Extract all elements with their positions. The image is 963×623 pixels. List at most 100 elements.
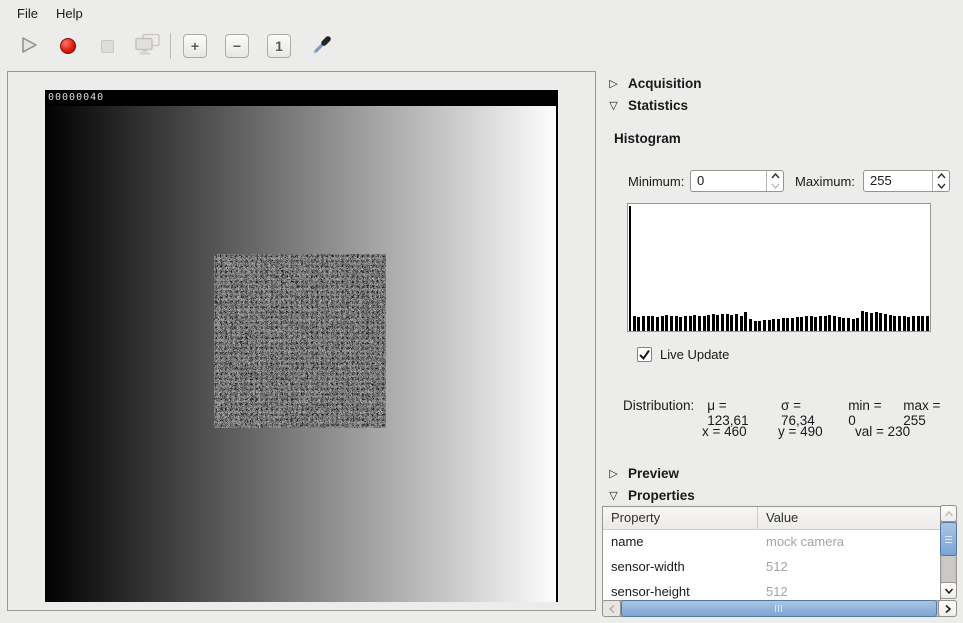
- property-value-cell[interactable]: 512: [758, 555, 788, 580]
- histogram-bar: [647, 316, 650, 331]
- spin-up-icon[interactable]: [933, 171, 949, 181]
- histogram-bar: [629, 206, 631, 331]
- histogram-bar: [828, 315, 831, 331]
- menu-help[interactable]: Help: [47, 2, 92, 25]
- histogram-bar: [744, 312, 747, 331]
- live-update-checkbox[interactable]: [637, 347, 652, 362]
- table-row[interactable]: namemock camera: [603, 530, 940, 555]
- property-value-cell[interactable]: mock camera: [758, 530, 844, 555]
- histogram-bar: [758, 321, 761, 331]
- expander-acquisition[interactable]: ▷ Acquisition: [608, 76, 702, 91]
- menu-file[interactable]: File: [8, 2, 47, 25]
- minimum-spin-buttons[interactable]: [766, 171, 783, 191]
- spin-up-icon[interactable]: [767, 171, 783, 181]
- chevron-left-icon: [608, 604, 616, 614]
- chevron-down-icon: ▽: [608, 489, 619, 502]
- histogram-bar: [712, 314, 715, 331]
- maximum-spinbox[interactable]: 255: [863, 170, 950, 192]
- histogram-bar: [721, 314, 724, 331]
- noise-square: [214, 254, 386, 428]
- histogram-bar: [730, 315, 733, 331]
- histogram-bar: [633, 316, 636, 331]
- screen-button: [134, 32, 160, 60]
- histogram-bar: [847, 318, 850, 331]
- distribution-max: max = 255: [903, 398, 963, 428]
- pixel-picker-button[interactable]: [309, 32, 335, 60]
- property-name-cell: sensor-width: [603, 555, 758, 580]
- screen-icon: [134, 33, 161, 59]
- table-row[interactable]: sensor-height512: [603, 580, 940, 601]
- vertical-scrollbar[interactable]: [940, 505, 957, 599]
- property-name-cell: sensor-height: [603, 580, 758, 601]
- vertical-scroll-thumb[interactable]: [940, 522, 957, 556]
- column-header-value[interactable]: Value: [758, 507, 798, 529]
- minimum-label: Minimum:: [628, 174, 684, 189]
- histogram-bar: [810, 316, 813, 331]
- histogram-bar: [693, 315, 696, 331]
- scroll-right-button[interactable]: [938, 600, 957, 617]
- zoom-original-button[interactable]: 1: [267, 34, 291, 58]
- expander-properties-label: Properties: [628, 488, 695, 503]
- column-header-property[interactable]: Property: [603, 507, 758, 529]
- histogram-bar: [782, 318, 785, 331]
- histogram-bar: [926, 316, 929, 331]
- histogram-bar: [875, 312, 878, 331]
- horizontal-scroll-thumb[interactable]: [621, 600, 937, 617]
- histogram-bar: [898, 316, 901, 331]
- histogram-bar: [889, 315, 892, 331]
- minimum-value: 0: [697, 173, 704, 188]
- chevron-down-icon: [944, 587, 954, 595]
- zoom-out-icon: −: [233, 38, 241, 54]
- chevron-right-icon: ▷: [608, 467, 619, 480]
- properties-table-header: Property Value: [603, 507, 940, 530]
- menubar: File Help: [0, 0, 963, 27]
- scroll-up-button: [940, 505, 957, 522]
- histogram-bar: [893, 316, 896, 331]
- histogram-bar: [865, 312, 868, 331]
- camera-image[interactable]: 00000040: [45, 90, 558, 602]
- expander-properties[interactable]: ▽ Properties: [608, 488, 695, 503]
- histogram-bar: [805, 316, 808, 331]
- zoom-out-button[interactable]: −: [225, 34, 249, 58]
- table-row[interactable]: sensor-width512: [603, 555, 940, 580]
- histogram-bar: [707, 315, 710, 331]
- histogram-title: Histogram: [614, 131, 681, 146]
- horizontal-scrollbar[interactable]: [602, 600, 957, 617]
- maximum-spin-buttons[interactable]: [932, 171, 949, 191]
- chevron-up-icon: [944, 510, 954, 518]
- frame-counter: 00000040: [45, 90, 556, 106]
- stop-button: [94, 32, 120, 60]
- histogram-bar: [740, 316, 743, 331]
- image-viewport: 00000040: [7, 71, 596, 611]
- histogram-bar: [884, 314, 887, 331]
- scroll-left-button: [602, 600, 621, 617]
- histogram-bar: [814, 317, 817, 331]
- histogram-bar: [861, 311, 864, 331]
- histogram-bar: [824, 316, 827, 331]
- play-button[interactable]: [16, 32, 42, 60]
- eyedropper-icon: [311, 34, 333, 59]
- gradient-pattern: [45, 106, 556, 602]
- chevron-right-icon: ▷: [608, 77, 619, 90]
- zoom-in-button[interactable]: +: [183, 34, 207, 58]
- histogram-chart: [627, 203, 931, 332]
- minimum-spinbox[interactable]: 0: [690, 170, 784, 192]
- cursor-val-value: val = 230: [855, 424, 910, 439]
- histogram-bar: [768, 320, 771, 331]
- histogram-bar: [838, 317, 841, 331]
- stop-icon: [101, 40, 114, 53]
- expander-statistics-label: Statistics: [628, 98, 688, 113]
- expander-preview[interactable]: ▷ Preview: [608, 466, 679, 481]
- histogram-bar: [856, 318, 859, 331]
- toolbar-separator: [170, 33, 171, 59]
- spin-down-icon[interactable]: [933, 181, 949, 191]
- zoom-1-icon: 1: [275, 38, 283, 54]
- chevron-right-icon: [944, 604, 952, 614]
- record-button[interactable]: [55, 32, 81, 60]
- histogram-bar: [917, 316, 920, 331]
- expander-statistics[interactable]: ▽ Statistics: [608, 98, 688, 113]
- property-value-cell[interactable]: 512: [758, 580, 788, 601]
- histogram-bar: [879, 313, 882, 331]
- histogram-bar: [777, 319, 780, 331]
- scroll-down-button[interactable]: [940, 582, 957, 599]
